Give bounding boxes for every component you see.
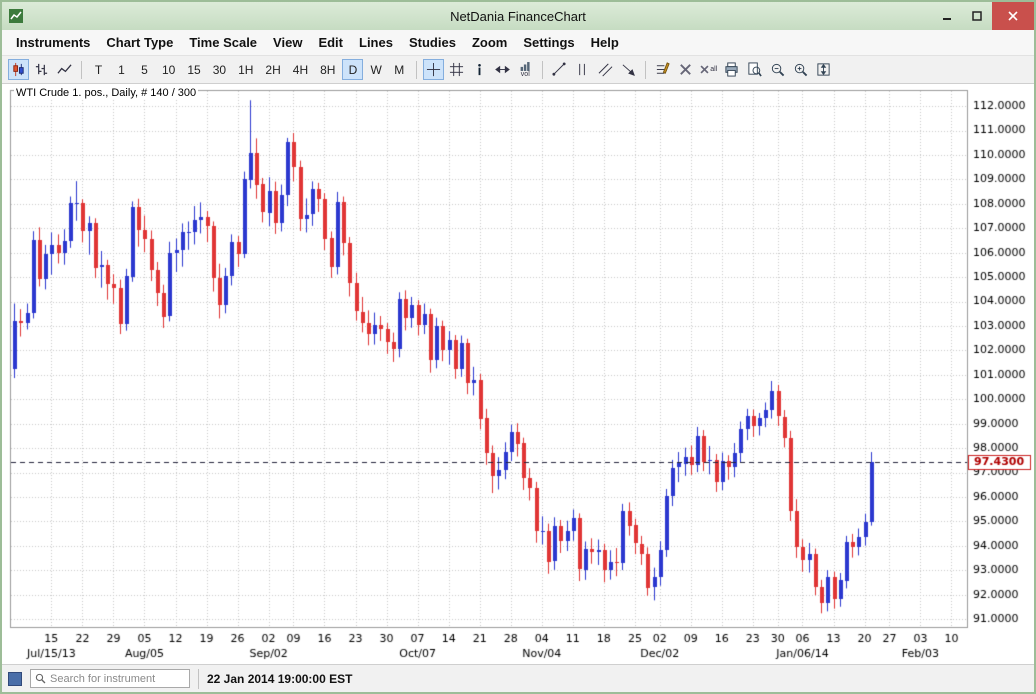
info-icon-button[interactable] [469, 59, 490, 80]
price-chart-canvas[interactable] [3, 85, 1033, 663]
menu-studies[interactable]: Studies [401, 32, 464, 53]
toolbar: T 1 5 10 15 30 1H 2H 4H 8H D W Mvol all [2, 56, 1034, 84]
ohlc-bar-chart-icon-button[interactable] [31, 59, 52, 80]
timeframe-w-button[interactable]: W [365, 59, 386, 80]
delete-icon-button[interactable] [675, 59, 696, 80]
volume-label: vol [520, 70, 530, 78]
timeframe-5-button[interactable]: 5 [134, 59, 155, 80]
toolbar-separator [541, 60, 543, 79]
timeframe-m-button[interactable]: M [389, 59, 410, 80]
maximize-button[interactable] [962, 2, 992, 30]
timeframe-4h-button[interactable]: 4H [288, 59, 313, 80]
zoom-out-icon-button[interactable] [767, 59, 788, 80]
window-controls [932, 2, 1034, 30]
zoom-in-icon-button[interactable] [790, 59, 811, 80]
toolbar-separator [81, 60, 82, 79]
statusbar: 22 Jan 2014 19:00:00 EST [2, 664, 1034, 692]
menu-lines[interactable]: Lines [351, 32, 401, 53]
arrow-ray-icon-button[interactable] [618, 59, 639, 80]
toolbar-separator [415, 60, 417, 79]
timeframe-8h-button[interactable]: 8H [315, 59, 340, 80]
zoom-y-axis-icon-button[interactable] [813, 59, 834, 80]
timeframe-d-button[interactable]: D [342, 59, 364, 80]
delete-all-label: all [710, 66, 718, 73]
crosshair-icon-button[interactable] [422, 59, 444, 80]
volume-icon-button[interactable]: vol [515, 59, 536, 80]
line-chart-icon-button[interactable] [54, 59, 75, 80]
vertical-lines-icon-button[interactable] [572, 59, 593, 80]
print-preview-icon-button[interactable] [744, 59, 765, 80]
timeframe-t-button[interactable]: T [88, 59, 109, 80]
print-icon-button[interactable] [721, 59, 742, 80]
app-icon [8, 8, 24, 24]
timeframe-2h-button[interactable]: 2H [260, 59, 285, 80]
timeframe-30-button[interactable]: 30 [208, 59, 231, 80]
menu-edit[interactable]: Edit [310, 32, 351, 53]
menu-settings[interactable]: Settings [515, 32, 582, 53]
line-properties-icon-button[interactable] [652, 59, 673, 80]
window-title: NetDania FinanceChart [450, 8, 586, 24]
grid-icon-button[interactable] [446, 59, 467, 80]
status-timestamp: 22 Jan 2014 19:00:00 EST [207, 671, 353, 686]
search-input[interactable] [50, 672, 185, 685]
trend-line-icon-button[interactable] [549, 59, 570, 80]
search-icon [35, 673, 46, 684]
menu-instruments[interactable]: Instruments [8, 32, 98, 53]
menu-chart-type[interactable]: Chart Type [98, 32, 181, 53]
toolbar-separator [644, 60, 646, 79]
chart-panel: WTI Crude 1. pos., Daily, # 140 / 300 [2, 84, 1034, 664]
close-button[interactable] [992, 2, 1034, 30]
minimize-button[interactable] [932, 2, 962, 30]
timeframe-1-button[interactable]: 1 [111, 59, 132, 80]
search-box [30, 669, 190, 688]
timeframe-10-button[interactable]: 10 [157, 59, 180, 80]
menu-zoom[interactable]: Zoom [464, 32, 515, 53]
menu-view[interactable]: View [265, 32, 310, 53]
app-window: NetDania FinanceChart Instruments Chart T… [0, 0, 1036, 694]
menubar: Instruments Chart Type Time Scale View Edit L… [2, 30, 1034, 56]
menu-help[interactable]: Help [583, 32, 627, 53]
instrument-label: WTI Crude 1. pos., Daily, # 140 / 300 [14, 87, 199, 99]
expand-horizontal-icon-button[interactable] [492, 59, 513, 80]
instrument-color-swatch [8, 671, 22, 686]
timeframe-1h-button[interactable]: 1H [233, 59, 258, 80]
statusbar-separator [198, 668, 199, 689]
titlebar[interactable]: NetDania FinanceChart [2, 2, 1034, 30]
candlestick-chart-icon-button[interactable] [8, 59, 29, 80]
trend-channel-icon-button[interactable] [595, 59, 616, 80]
delete-all-icon-button[interactable]: all [698, 59, 719, 80]
menu-time-scale[interactable]: Time Scale [181, 32, 265, 53]
timeframe-15-button[interactable]: 15 [182, 59, 205, 80]
